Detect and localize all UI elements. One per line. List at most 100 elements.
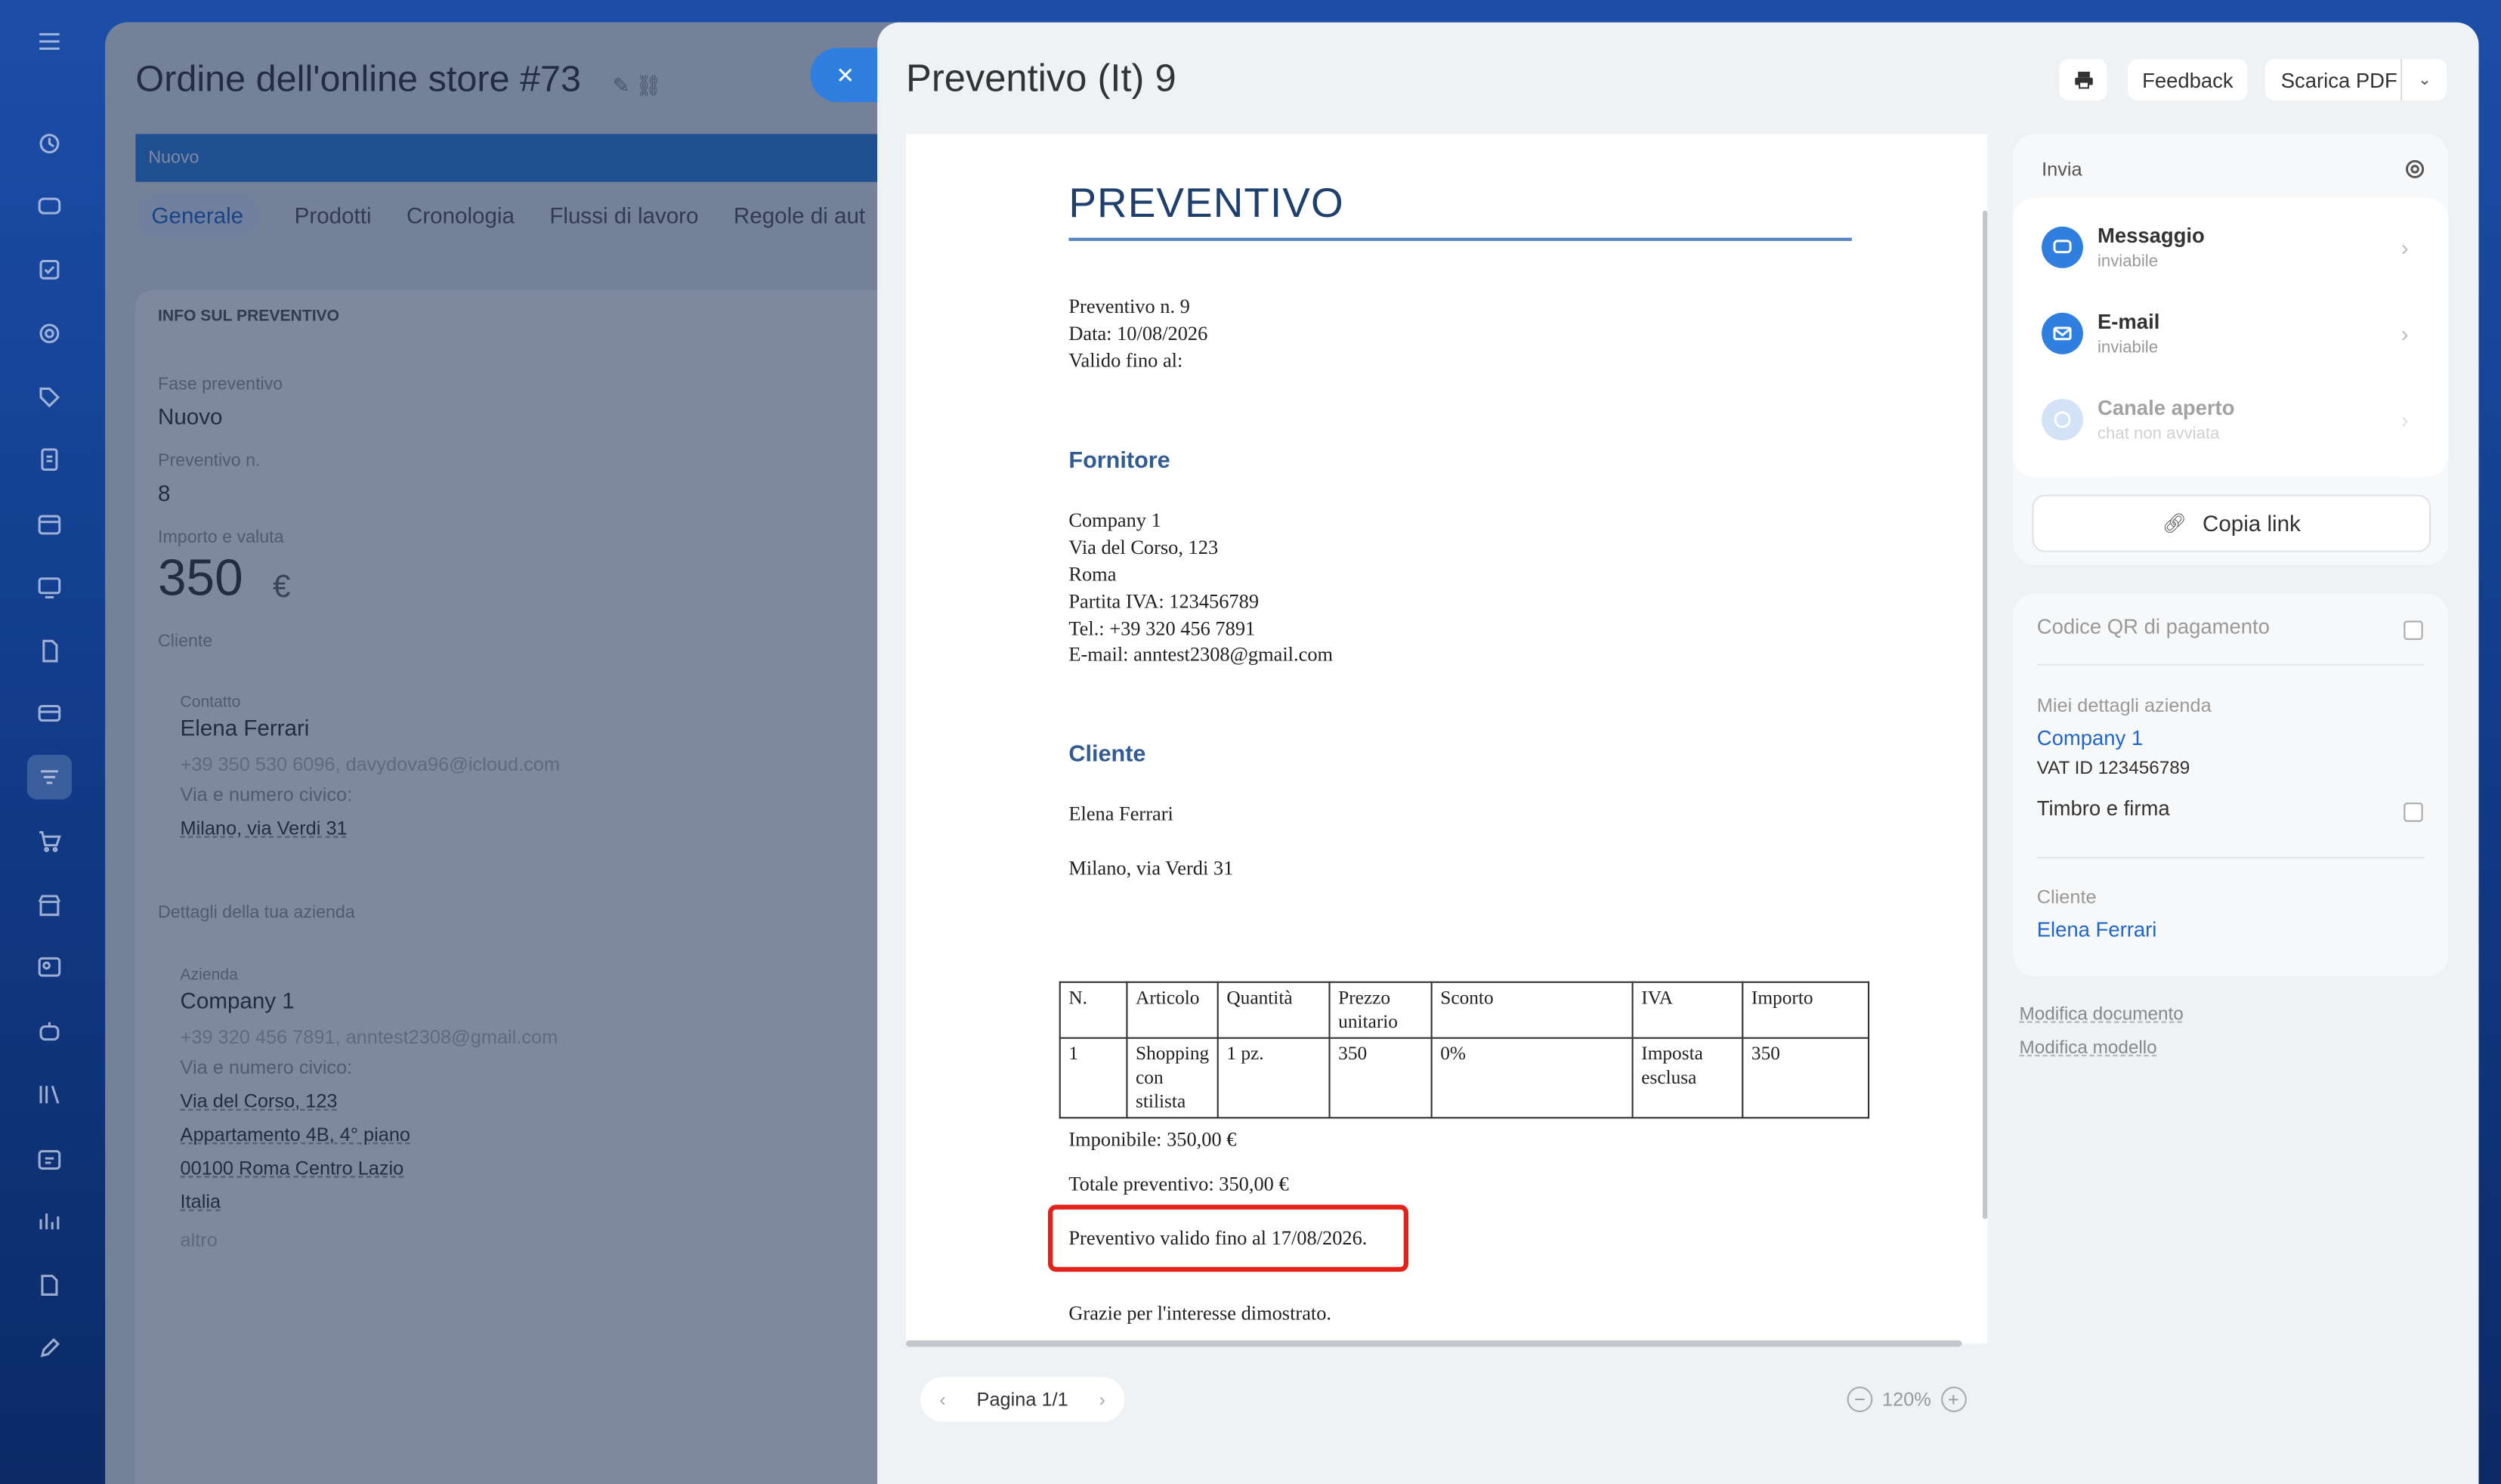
client-address: Milano, via Verdi 31 <box>1068 857 1234 880</box>
divider <box>2036 663 2425 666</box>
details-section: Codice QR di pagamento Miei dettagli azi… <box>2013 593 2449 977</box>
edit-document-link[interactable]: Modifica documento <box>2020 1005 2184 1024</box>
order-title: Ordine dell'online store #73 <box>135 57 582 99</box>
left-navigation-rail <box>0 0 99 1484</box>
table-cell: 0% <box>1430 1037 1634 1119</box>
tab-generale[interactable]: Generale <box>135 193 260 238</box>
sign-icon[interactable] <box>27 1262 72 1306</box>
chat-icon[interactable] <box>27 185 72 230</box>
supplier-line: Roma <box>1068 563 1117 586</box>
document-icon[interactable] <box>27 437 72 482</box>
stamp-checkbox[interactable] <box>2404 802 2423 822</box>
fase-value: Nuovo <box>157 403 223 430</box>
channel-open[interactable]: Canale aperto chat non avviata › <box>2039 391 2422 454</box>
robot-icon[interactable] <box>27 1009 72 1053</box>
printer-icon <box>2074 70 2092 88</box>
vertical-scrollbar[interactable] <box>1982 210 1988 1220</box>
board-icon[interactable] <box>27 565 72 610</box>
company-address-line[interactable]: Via del Corso, 123 <box>181 1090 338 1112</box>
amount-currency: € <box>272 569 291 605</box>
chevron-down-icon[interactable]: ⌄ <box>2401 59 2447 101</box>
channel-status: inviabile <box>2097 252 2159 272</box>
schedule-icon[interactable] <box>27 1136 72 1181</box>
client-link[interactable]: Elena Ferrari <box>2037 917 2157 941</box>
company-name[interactable]: Company 1 <box>181 988 295 1013</box>
tasks-icon[interactable] <box>27 247 72 292</box>
vat-id: VAT ID 123456789 <box>2036 759 2190 779</box>
tab-regole[interactable]: Regole di aut <box>734 203 865 237</box>
close-icon: ✕ <box>836 61 855 88</box>
channels-list: Messaggio inviabile › E-mail inviabile ›… <box>2013 197 2449 478</box>
supplier-line: Via del Corso, 123 <box>1068 536 1219 559</box>
qr-checkbox[interactable] <box>2404 620 2423 640</box>
edit-template-link[interactable]: Modifica modello <box>2020 1039 2157 1058</box>
supplier-line: Partita IVA: 123456789 <box>1068 590 1260 613</box>
channel-email[interactable]: E-mail inviabile › <box>2039 305 2422 368</box>
calendar-icon[interactable] <box>27 501 72 546</box>
channel-status: chat non avviata <box>2097 424 2220 444</box>
tab-cronologia[interactable]: Cronologia <box>407 203 515 237</box>
company-section: Dettagli della tua azienda <box>157 903 355 923</box>
send-section: Invia Messaggio inviabile › E-mail invia… <box>2013 134 2449 565</box>
tab-flussi[interactable]: Flussi di lavoro <box>549 203 698 237</box>
prev-page-icon[interactable]: ‹ <box>939 1388 945 1411</box>
page-navigator: ‹ Pagina 1/1 › <box>920 1377 1125 1422</box>
crm-filter-icon[interactable] <box>26 754 72 800</box>
card-icon[interactable] <box>27 691 72 735</box>
edit-title-icon[interactable]: ✎ ⛓ <box>613 73 662 99</box>
supplier-line: Company 1 <box>1068 509 1161 532</box>
next-page-icon[interactable]: › <box>1099 1388 1105 1411</box>
target-icon[interactable] <box>27 311 72 356</box>
panel-title: Preventivo (It) 9 <box>906 57 1176 101</box>
channel-message[interactable]: Messaggio inviabile › <box>2039 218 2422 282</box>
contacts-icon[interactable] <box>27 945 72 989</box>
order-card: Ordine dell'online store #73 ✎ ⛓ Nuovo G… <box>105 22 935 1484</box>
table-row: 1 Shopping con stilista 1 pz. 350 0% Imp… <box>1059 1037 1870 1119</box>
activity-icon[interactable] <box>27 121 72 165</box>
message-icon <box>2042 226 2083 268</box>
contact-address[interactable]: Milano, via Verdi 31 <box>181 817 348 839</box>
download-pdf-label: Scarica PDF <box>2280 67 2397 92</box>
analytics-icon[interactable] <box>27 1198 72 1243</box>
zoom-in-icon[interactable]: + <box>1940 1387 1967 1412</box>
contact-name[interactable]: Elena Ferrari <box>181 715 310 740</box>
stage-bar[interactable]: Nuovo <box>135 134 935 182</box>
amount-value: 350 <box>157 549 243 607</box>
table-cell: Shopping con stilista <box>1126 1037 1219 1119</box>
copy-link-button[interactable]: 🔗︎ Copia link <box>2032 494 2431 552</box>
order-tabs: Generale Prodotti Cronologia Flussi di l… <box>135 193 865 238</box>
download-pdf-button[interactable]: Scarica PDF ⌄ <box>2265 59 2447 101</box>
company-address-line[interactable]: 00100 Roma Centro Lazio <box>181 1157 404 1179</box>
table-cell: 350 <box>1742 1037 1870 1119</box>
table-cell: Imposta esclusa <box>1631 1037 1744 1119</box>
menu-icon[interactable] <box>27 19 72 63</box>
print-button[interactable] <box>2059 59 2107 101</box>
quote-info-card: INFO SUL PREVENTIVO Fase preventivo Nuov… <box>135 290 935 1484</box>
tag-icon[interactable] <box>27 375 72 419</box>
settings-gear-icon[interactable] <box>2404 158 2426 181</box>
table-header-cell: Importo <box>1742 981 1870 1039</box>
store-icon[interactable] <box>27 883 72 927</box>
tab-prodotti[interactable]: Prodotti <box>295 203 372 237</box>
table-header-cell: Sconto <box>1430 981 1634 1039</box>
more-link[interactable]: altro <box>181 1229 218 1251</box>
supplier-line: E-mail: anntest2308@gmail.com <box>1068 643 1334 666</box>
supplier-heading: Fornitore <box>1068 448 1170 475</box>
file-icon[interactable] <box>27 629 72 673</box>
client-label: Cliente <box>2036 886 2097 908</box>
cart-icon[interactable] <box>27 818 72 863</box>
table-header-row: N. Articolo Quantità Prezzo unitario Sco… <box>1059 981 1870 1039</box>
channel-name: E-mail <box>2097 309 2160 334</box>
library-icon[interactable] <box>27 1072 72 1117</box>
company-details-link[interactable]: Company 1 <box>2037 726 2143 750</box>
zoom-out-icon[interactable]: − <box>1847 1387 1873 1412</box>
feedback-button[interactable]: Feedback <box>2128 59 2248 101</box>
company-address-line[interactable]: Appartamento 4B, 4° piano <box>181 1124 410 1146</box>
company-address-line[interactable]: Italia <box>181 1190 221 1213</box>
close-slider-button[interactable]: ✕ <box>810 48 881 103</box>
client-name: Elena Ferrari <box>1068 802 1173 825</box>
num-value: 8 <box>157 480 171 506</box>
pencil-icon[interactable] <box>27 1326 72 1371</box>
horizontal-scrollbar[interactable] <box>906 1340 1962 1347</box>
client-label: Cliente <box>157 632 213 651</box>
